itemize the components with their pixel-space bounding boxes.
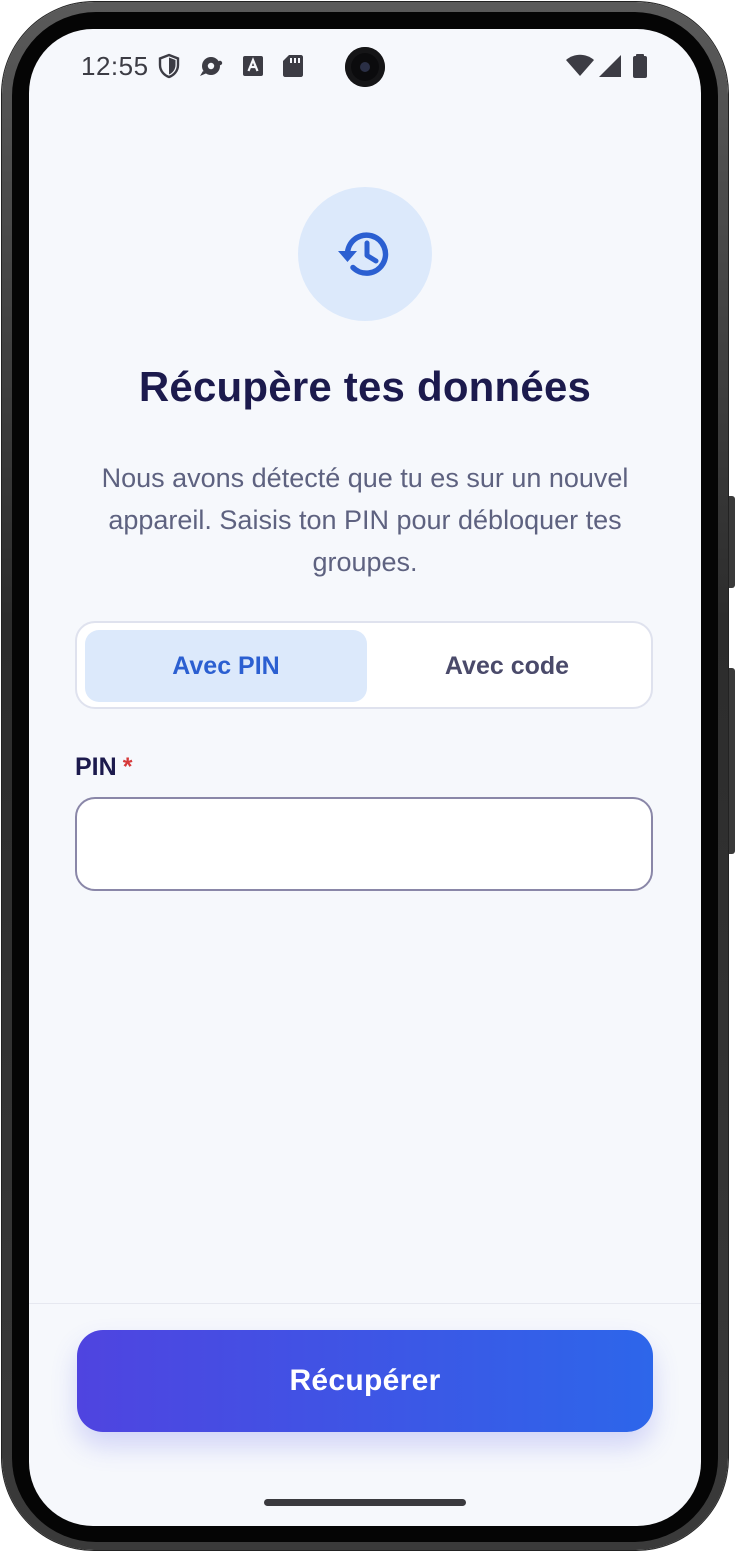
hero-icon-circle — [298, 187, 432, 321]
status-bar: 12:55 — [29, 29, 701, 105]
battery-icon — [631, 53, 649, 79]
footer-divider — [29, 1303, 701, 1304]
signal-icon — [597, 53, 623, 79]
pin-label-text: PIN — [75, 753, 117, 781]
required-marker: * — [122, 753, 133, 781]
page-description: Nous avons détecté que tu es sur un nouv… — [101, 463, 629, 577]
app-screen: 12:55 Récupère tes données Nous avons dé… — [29, 29, 701, 1526]
front-camera — [345, 47, 385, 87]
page-title: Récupère tes données — [138, 363, 592, 410]
wifi-icon — [565, 53, 595, 79]
tab-with-code[interactable]: Avec code — [367, 630, 647, 702]
volume-down-button — [729, 668, 735, 854]
a-badge-icon — [241, 53, 265, 79]
chat-bubble-icon — [197, 53, 223, 79]
tab-with-pin[interactable]: Avec PIN — [85, 630, 367, 702]
volume-up-button — [729, 496, 735, 588]
recover-button[interactable]: Récupérer — [77, 1330, 653, 1432]
shield-icon — [157, 53, 181, 79]
home-indicator[interactable] — [264, 1499, 466, 1506]
history-restore-icon — [338, 232, 389, 276]
recovery-method-tabs: Avec PIN Avec code — [75, 621, 653, 709]
pin-input[interactable] — [75, 797, 653, 891]
sd-card-icon — [281, 53, 305, 79]
pin-field-label: PIN * — [75, 753, 132, 782]
phone-device: 12:55 Récupère tes données Nous avons dé… — [0, 0, 735, 1553]
status-time: 12:55 — [81, 51, 149, 81]
